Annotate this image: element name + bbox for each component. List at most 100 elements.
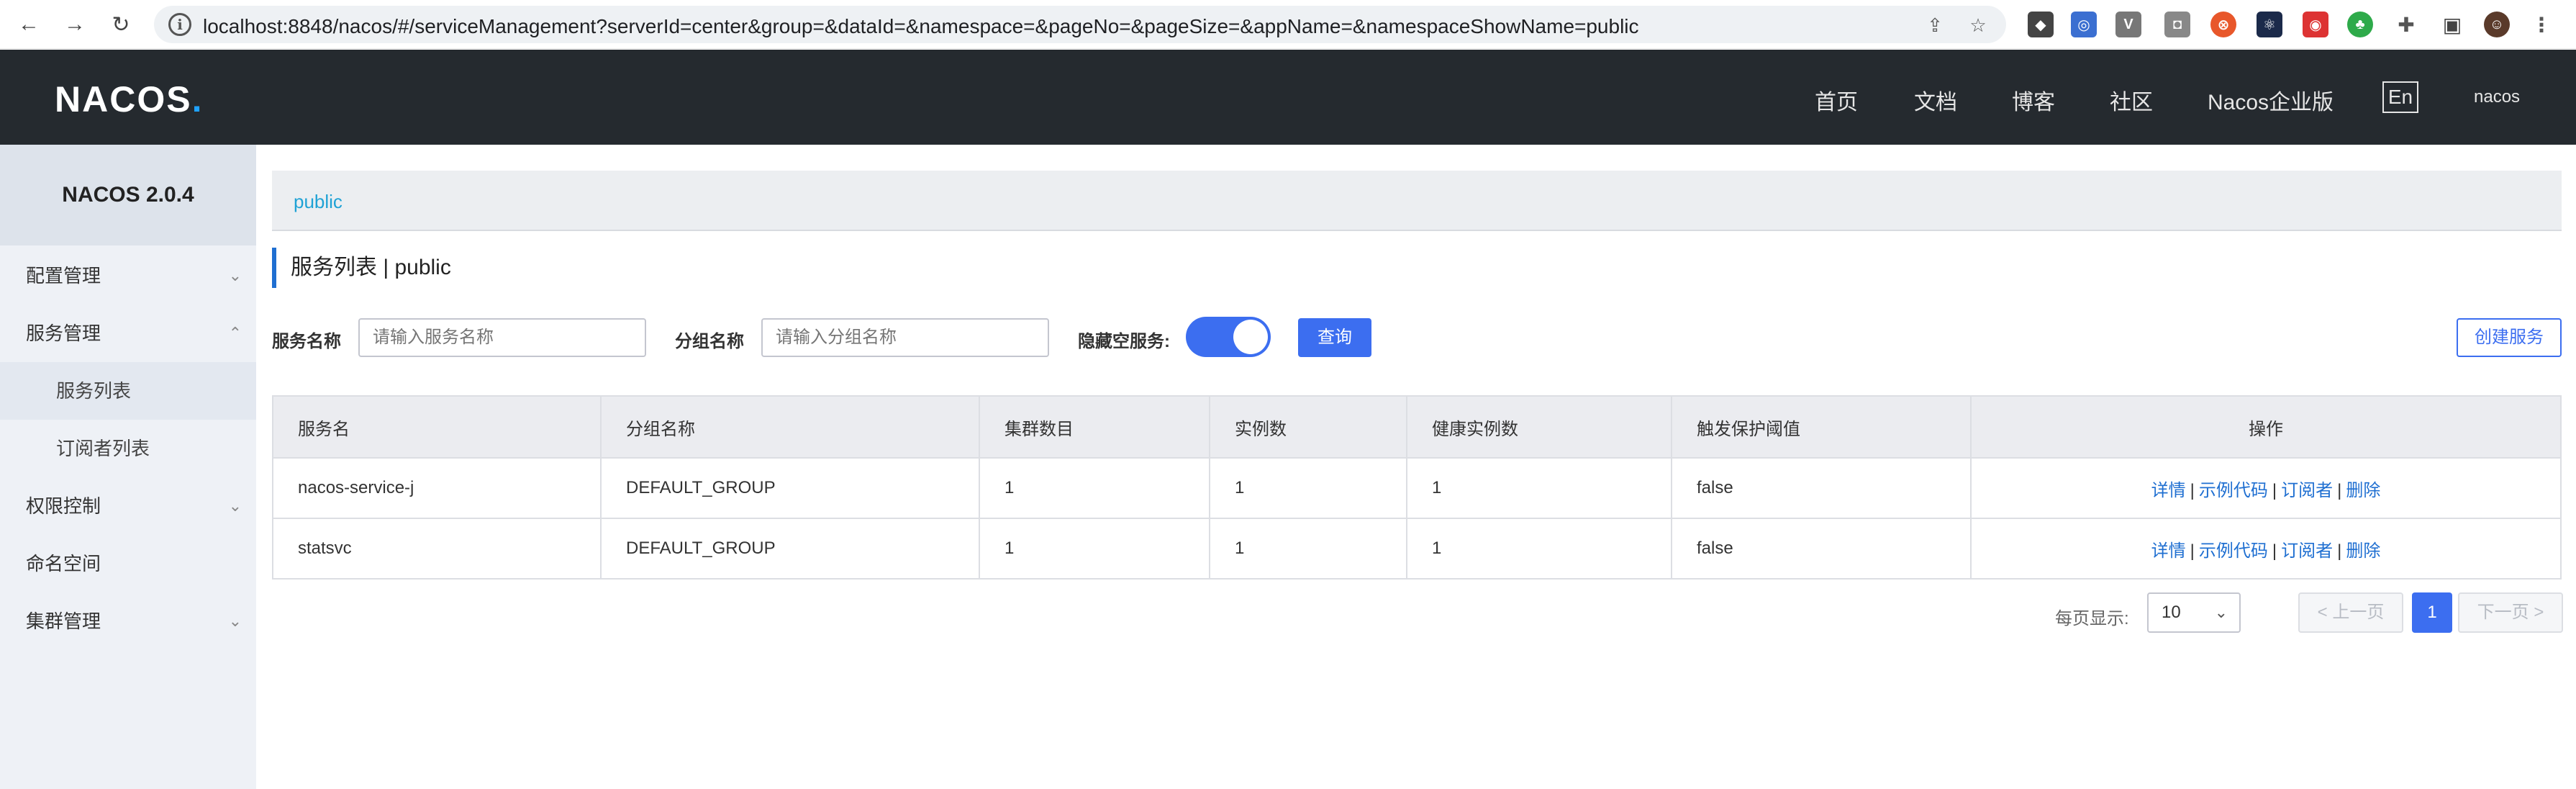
page-title: 服务列表 | public	[291, 256, 451, 279]
cell-actions: 详情 | 示例代码 | 订阅者 | 删除	[1970, 518, 2562, 580]
chevron-down-icon: ⌄	[228, 497, 242, 515]
page-size-label: 每页显示:	[2055, 609, 2129, 628]
language-toggle-button[interactable]: En	[2382, 81, 2418, 113]
top-header: NACOS. 首页 文档 博客 社区 Nacos企业版 En nacos	[0, 50, 2576, 145]
service-name-input[interactable]	[358, 318, 646, 357]
detail-link[interactable]: 详情	[2151, 481, 2186, 500]
subscribers-link[interactable]: 订阅者	[2281, 481, 2333, 500]
extension-shield-icon[interactable]: ◆	[2028, 12, 2054, 37]
separator: |	[2190, 541, 2195, 561]
subscribers-link[interactable]: 订阅者	[2281, 541, 2333, 561]
separator: |	[2190, 480, 2195, 500]
chevron-down-icon: ⌄	[2214, 603, 2228, 621]
namespace-link-public[interactable]: public	[294, 191, 343, 213]
sidebar-item-namespace[interactable]: 命名空间	[0, 535, 256, 592]
create-service-button[interactable]: 创建服务	[2457, 318, 2562, 357]
table-row: nacos-service-j DEFAULT_GROUP 1 1 1 fals…	[272, 457, 2562, 519]
column-header-healthy-count: 健康实例数	[1406, 395, 1672, 459]
table-row: statsvc DEFAULT_GROUP 1 1 1 false 详情 | 示例代…	[272, 518, 2562, 580]
separator: |	[2337, 480, 2342, 500]
nacos-logo[interactable]: NACOS.	[55, 78, 203, 120]
cell-actions: 详情 | 示例代码 | 订阅者 | 删除	[1970, 457, 2562, 519]
cell-healthy-count: 1	[1406, 518, 1672, 580]
service-name-label: 服务名称	[272, 332, 341, 351]
extension-camera-icon[interactable]: ◘	[2164, 12, 2190, 37]
extension-evernote-icon[interactable]: ♣	[2347, 12, 2373, 37]
page-size-value: 10	[2162, 603, 2181, 622]
sidebar-item-cluster[interactable]: 集群管理 ⌄	[0, 592, 256, 650]
sidebar-item-label: 配置管理	[26, 265, 101, 287]
toggle-knob	[1233, 320, 1268, 354]
column-header-cluster-count: 集群数目	[979, 395, 1210, 459]
page-size-select[interactable]: 10 ⌄	[2147, 592, 2241, 633]
sidebar: NACOS 2.0.4 配置管理 ⌄ 服务管理 ⌃ 服务列表 订阅者列表 权限控…	[0, 145, 256, 789]
cell-threshold: false	[1671, 457, 1972, 519]
sample-code-link[interactable]: 示例代码	[2199, 541, 2268, 561]
browser-toolbar: ← → ↻ i localhost:8848/nacos/#/serviceMa…	[0, 0, 2576, 49]
address-bar[interactable]: i localhost:8848/nacos/#/serviceManageme…	[154, 6, 2006, 43]
query-button[interactable]: 查询	[1298, 318, 1371, 357]
sidebar-item-service[interactable]: 服务管理 ⌃	[0, 305, 256, 362]
more-menu-icon[interactable]: ⋮	[2529, 12, 2554, 37]
site-info-icon[interactable]: i	[168, 13, 191, 36]
next-page-button[interactable]: 下一页 >	[2458, 592, 2563, 633]
nav-home[interactable]: 首页	[1815, 84, 1858, 116]
reload-icon[interactable]: ↻	[105, 9, 137, 40]
nav-docs[interactable]: 文档	[1914, 84, 1957, 116]
extension-react-icon[interactable]: ⚛	[2257, 12, 2282, 37]
cell-service-name: statsvc	[272, 518, 602, 580]
group-name-input[interactable]	[761, 318, 1049, 357]
sidepanel-icon[interactable]: ▣	[2439, 12, 2465, 37]
sidebar-item-service-list[interactable]: 服务列表	[0, 362, 256, 420]
sidebar-item-label: 集群管理	[26, 610, 101, 632]
page-number-1[interactable]: 1	[2412, 592, 2452, 633]
sidebar-item-permissions[interactable]: 权限控制 ⌄	[0, 477, 256, 535]
sidebar-item-subscribers[interactable]: 订阅者列表	[0, 420, 256, 477]
cell-healthy-count: 1	[1406, 457, 1672, 519]
cell-group-name: DEFAULT_GROUP	[600, 457, 980, 519]
sidebar-item-label: 服务列表	[56, 380, 132, 402]
hide-empty-toggle[interactable]	[1186, 317, 1271, 357]
page-title-wrap: 服务列表 | public	[272, 248, 451, 288]
cell-group-name: DEFAULT_GROUP	[600, 518, 980, 580]
cell-instance-count: 1	[1209, 518, 1407, 580]
cell-service-name: nacos-service-j	[272, 457, 602, 519]
cell-instance-count: 1	[1209, 457, 1407, 519]
extensions-puzzle-icon[interactable]: ✚	[2393, 12, 2419, 37]
group-name-label: 分组名称	[675, 332, 744, 351]
column-header-instance-count: 实例数	[1209, 395, 1407, 459]
nav-community[interactable]: 社区	[2110, 84, 2153, 116]
column-header-threshold: 触发保护阈值	[1671, 395, 1972, 459]
column-header-group-name: 分组名称	[600, 395, 980, 459]
prev-page-button[interactable]: < 上一页	[2298, 592, 2403, 633]
extension-vue-icon[interactable]: V	[2115, 12, 2141, 37]
separator: |	[2272, 480, 2277, 500]
namespace-bar: public	[272, 171, 2562, 231]
user-menu[interactable]: nacos	[2474, 87, 2520, 107]
cell-threshold: false	[1671, 518, 1972, 580]
share-icon[interactable]: ⇪	[1924, 14, 1946, 36]
column-header-actions: 操作	[1970, 395, 2562, 459]
sample-code-link[interactable]: 示例代码	[2199, 481, 2268, 500]
hide-empty-label: 隐藏空服务:	[1078, 332, 1170, 351]
arrow-right-icon[interactable]: →	[59, 9, 91, 40]
nav-enterprise[interactable]: Nacos企业版	[2208, 84, 2334, 116]
sidebar-item-label: 权限控制	[26, 495, 101, 517]
profile-avatar[interactable]: ☺	[2484, 12, 2510, 37]
detail-link[interactable]: 详情	[2151, 541, 2186, 561]
arrow-left-icon[interactable]: ←	[13, 9, 45, 40]
sidebar-item-config[interactable]: 配置管理 ⌄	[0, 247, 256, 305]
column-header-service-name: 服务名	[272, 395, 602, 459]
cell-cluster-count: 1	[979, 518, 1210, 580]
extension-record-icon[interactable]: ◉	[2303, 12, 2328, 37]
extension-globe-icon[interactable]: ◎	[2071, 12, 2097, 37]
delete-link[interactable]: 删除	[2346, 541, 2380, 561]
chevron-down-icon: ⌄	[228, 266, 242, 284]
extension-orange-icon[interactable]: ⊗	[2210, 12, 2236, 37]
sidebar-item-label: 订阅者列表	[56, 438, 150, 459]
service-table: 服务名 分组名称 集群数目 实例数 健康实例数 触发保护阈值 操作 nacos-…	[272, 395, 2562, 580]
url-text[interactable]: localhost:8848/nacos/#/serviceManagement…	[203, 15, 1639, 38]
delete-link[interactable]: 删除	[2346, 481, 2380, 500]
bookmark-star-icon[interactable]: ☆	[1967, 14, 1989, 36]
nav-blog[interactable]: 博客	[2012, 84, 2055, 116]
